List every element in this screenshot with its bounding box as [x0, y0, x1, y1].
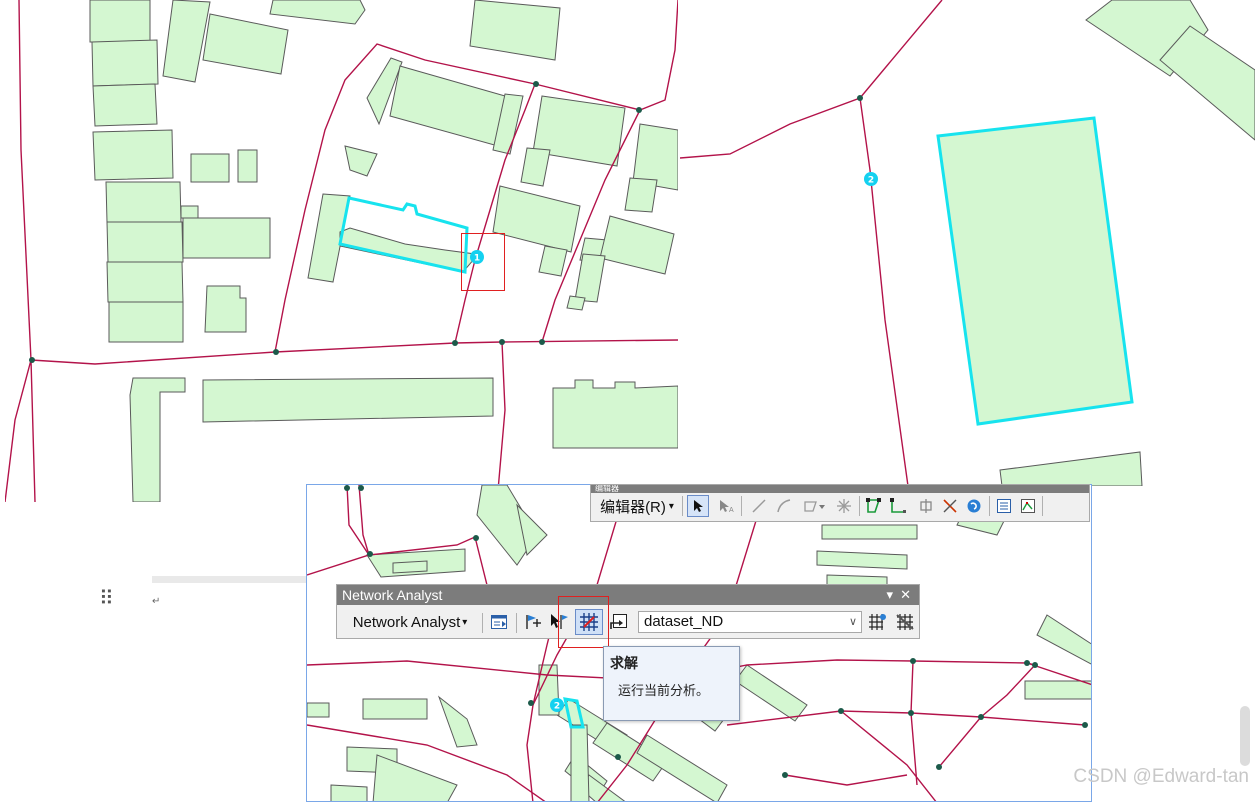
highlight-box-left	[461, 233, 505, 291]
editor-toolbar-title: 编辑器	[591, 485, 1089, 493]
network-dataset-select[interactable]: dataset_ND ∨	[638, 611, 862, 633]
building-layer-bottom	[307, 485, 1091, 801]
build-network-icon[interactable]	[865, 611, 889, 633]
chevron-down-icon: ▾	[462, 616, 468, 628]
split-tool-icon[interactable]	[939, 495, 961, 517]
editor-menu-button[interactable]: 编辑器(R) ▾	[595, 495, 679, 517]
watermark: CSDN @Edward-tan	[1073, 766, 1249, 787]
highlight-box-solve	[558, 596, 609, 648]
sketch-properties-icon[interactable]	[1017, 495, 1039, 517]
drag-handle-icon[interactable]: ⠿	[99, 586, 114, 611]
building-layer-right	[937, 0, 1255, 486]
svg-text:2: 2	[554, 702, 560, 712]
chevron-down-icon: ∨	[848, 616, 857, 628]
road-network-bottom	[307, 485, 1091, 801]
map-view-bottom[interactable]: 2	[306, 484, 1092, 802]
editor-toolbar: 编辑器 编辑器(R) ▾ A	[590, 484, 1090, 522]
building-layer	[89, 0, 678, 502]
road-network-right	[680, 0, 943, 486]
directions-icon[interactable]	[607, 611, 631, 633]
solve-tooltip: 求解 运行当前分析。	[603, 646, 740, 721]
document-scrollbar-thumb[interactable]	[1240, 706, 1250, 766]
network-analyst-toolbar-title: Network Analyst ▾ ✕	[337, 585, 919, 605]
construction-tools-icon[interactable]	[799, 495, 829, 517]
toolbar-title-text: Network Analyst	[342, 587, 443, 603]
network-analyst-menu-label: Network Analyst	[352, 613, 461, 631]
explode-tool-icon[interactable]	[833, 495, 855, 517]
edit-vertices-icon[interactable]	[863, 495, 885, 517]
close-icon[interactable]: ✕	[900, 585, 911, 605]
network-analyst-toolbar: Network Analyst ▾ ✕ Network Analyst ▾ da…	[336, 584, 920, 639]
chevron-down-icon: ▾	[668, 500, 674, 512]
toolbar-options-icon[interactable]: ▾	[886, 585, 893, 605]
edit-tool-arrow-icon[interactable]	[687, 495, 709, 517]
cut-polygons-icon[interactable]	[915, 495, 937, 517]
junction-node-right	[857, 95, 863, 101]
stop-marker-bottom[interactable]: 2	[550, 698, 564, 712]
editor-menu-label: 编辑器(R)	[600, 498, 666, 516]
network-dataset-value: dataset_ND	[644, 613, 724, 630]
network-identify-icon[interactable]	[893, 611, 917, 633]
map-view-right[interactable]: 2	[680, 0, 1255, 486]
stop-marker-2[interactable]: 2	[864, 172, 878, 186]
edit-annotation-tool-icon[interactable]: A	[715, 495, 737, 517]
svg-text:A: A	[729, 507, 734, 513]
straight-segment-icon[interactable]	[748, 495, 770, 517]
map-view-left[interactable]: 1	[5, 0, 678, 502]
end-point-arc-icon[interactable]	[773, 495, 795, 517]
rotate-tool-icon[interactable]	[963, 495, 985, 517]
attributes-window-icon[interactable]	[993, 495, 1015, 517]
network-analyst-window-icon[interactable]	[487, 611, 511, 633]
network-analyst-menu-button[interactable]: Network Analyst ▾	[341, 611, 479, 633]
create-network-location-icon[interactable]	[521, 611, 545, 633]
reshape-feature-icon[interactable]	[887, 495, 911, 517]
svg-text:2: 2	[868, 176, 874, 186]
tooltip-description: 运行当前分析。	[618, 683, 710, 698]
tooltip-title: 求解	[610, 655, 638, 671]
paragraph-mark: ↵	[152, 596, 161, 607]
document-ruler-line	[152, 576, 308, 583]
